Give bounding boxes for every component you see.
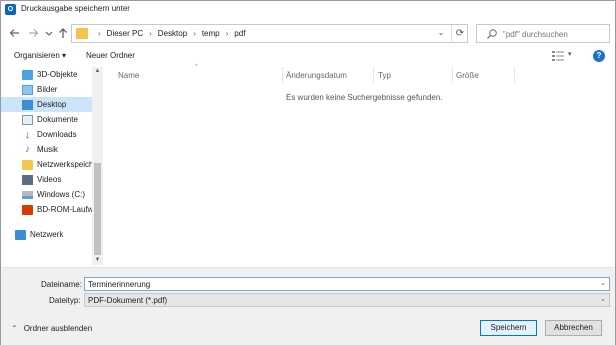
sidebar-item-label: BD-ROM-Laufwe xyxy=(37,205,92,214)
drive-icon xyxy=(22,190,33,199)
desktop-icon xyxy=(22,99,33,110)
videos-icon xyxy=(22,174,33,185)
pictures-icon xyxy=(22,84,33,95)
column-header-size[interactable]: Größe xyxy=(456,71,479,80)
sidebar-item-network[interactable]: Netzwerk xyxy=(1,227,92,242)
breadcrumb-item[interactable]: Desktop xyxy=(158,29,187,38)
sidebar-item-bd-rom[interactable]: BD-ROM-Laufwe xyxy=(1,202,92,217)
arrow-left-icon xyxy=(9,29,19,37)
cancel-button[interactable]: Abbrechen xyxy=(545,320,602,336)
sidebar-item-label: Windows (C:) xyxy=(37,190,86,199)
breadcrumb-item[interactable]: temp xyxy=(202,29,220,38)
arrow-up-icon xyxy=(59,28,67,38)
breadcrumb-separator-icon: › xyxy=(193,29,196,38)
filename-value: Terminerinnerung xyxy=(88,280,151,289)
up-button[interactable] xyxy=(57,26,69,40)
address-row: › Dieser PC › Desktop › temp › pdf ⌄ ⟳ xyxy=(1,21,615,45)
sidebar-item-windows-c[interactable]: Windows (C:) xyxy=(1,187,92,202)
command-bar: Organisieren ▾ Neuer Ordner ▾ ? xyxy=(1,47,615,65)
sidebar-item-label: Dokumente xyxy=(37,115,78,124)
column-divider[interactable] xyxy=(452,67,453,83)
sidebar-item-label: Downloads xyxy=(37,130,77,139)
sidebar-item-3d-objects[interactable]: 3D-Objekte xyxy=(1,67,92,82)
network-icon xyxy=(15,229,26,240)
sidebar-item-music[interactable]: ♪ Musik xyxy=(1,142,92,157)
address-bar[interactable]: › Dieser PC › Desktop › temp › pdf ⌄ ⟳ xyxy=(71,24,468,43)
column-header-name[interactable]: Name xyxy=(118,71,139,80)
downloads-icon: ↓ xyxy=(24,128,31,141)
filetype-label: Dateityp: xyxy=(49,296,81,305)
sidebar-item-network-folder[interactable]: Netzwerkspeiche xyxy=(1,157,92,172)
filename-field[interactable]: Terminerinnerung ⌄ xyxy=(84,277,610,291)
breadcrumb-separator-icon: › xyxy=(98,29,101,38)
help-icon[interactable]: ? xyxy=(593,50,605,62)
sidebar-item-downloads[interactable]: ↓ Downloads xyxy=(1,127,92,142)
navigation-scrollbar[interactable]: ▲ ▼ xyxy=(92,67,103,265)
scroll-thumb[interactable] xyxy=(94,163,101,255)
column-divider[interactable] xyxy=(514,67,515,83)
file-list: ^ Name Änderungsdatum Typ Größe Es wurde… xyxy=(105,64,615,265)
view-options-icon[interactable] xyxy=(552,51,564,61)
column-header-type[interactable]: Typ xyxy=(378,71,391,80)
sidebar-item-label: Musik xyxy=(37,145,58,154)
sidebar-item-label: Netzwerk xyxy=(30,230,64,239)
chevron-up-icon: ⌃ xyxy=(11,324,18,333)
3d-objects-icon xyxy=(22,69,33,80)
sidebar-item-label: Netzwerkspeiche xyxy=(37,160,92,169)
search-input[interactable] xyxy=(503,28,607,40)
sort-arrow-icon: ^ xyxy=(195,64,198,70)
sidebar-item-label: Videos xyxy=(37,175,62,184)
back-button[interactable] xyxy=(9,26,21,40)
sidebar-item-videos[interactable]: Videos xyxy=(1,172,92,187)
sidebar-item-pictures[interactable]: Bilder xyxy=(1,82,92,97)
hide-folders-label: Ordner ausblenden xyxy=(23,324,93,333)
search-icon xyxy=(487,29,497,39)
save-dialog: O Druckausgabe speichern unter › Dieser … xyxy=(0,0,616,345)
window-title: Druckausgabe speichern unter xyxy=(21,4,130,13)
outlook-app-icon: O xyxy=(5,4,16,15)
arrow-right-icon xyxy=(29,29,39,37)
chevron-down-icon[interactable]: ⌄ xyxy=(600,279,606,287)
column-header-modified[interactable]: Änderungsdatum xyxy=(286,71,347,80)
save-options-panel: Dateiname: Terminerinnerung ⌄ Dateityp: … xyxy=(1,267,615,345)
network-folder-icon xyxy=(22,159,33,170)
search-box[interactable] xyxy=(476,24,610,43)
empty-results-message: Es wurden keine Suchergebnisse gefunden. xyxy=(286,93,443,102)
refresh-icon[interactable]: ⟳ xyxy=(451,25,468,42)
recent-locations-button[interactable] xyxy=(43,26,55,40)
filetype-select[interactable]: PDF-Dokument (*.pdf) ⌄ xyxy=(84,293,610,307)
navigation-pane: 3D-Objekte Bilder Desktop Dokumente ↓ Do… xyxy=(1,67,104,265)
column-divider[interactable] xyxy=(373,67,374,83)
save-button[interactable]: Speichern xyxy=(480,320,537,336)
scroll-up-icon[interactable]: ▲ xyxy=(92,67,103,76)
breadcrumb: › Dieser PC › Desktop › temp › pdf xyxy=(92,29,245,38)
sidebar-item-desktop[interactable]: Desktop xyxy=(1,97,92,112)
view-dropdown-icon[interactable]: ▾ xyxy=(568,50,572,58)
scroll-down-icon[interactable]: ▼ xyxy=(92,256,103,265)
chevron-down-icon[interactable]: ⌄ xyxy=(600,295,606,303)
chevron-down-icon xyxy=(45,31,53,36)
music-icon: ♪ xyxy=(25,143,30,155)
filename-label: Dateiname: xyxy=(41,280,82,289)
sidebar-item-label: Bilder xyxy=(37,85,58,94)
breadcrumb-separator-icon: › xyxy=(225,29,229,38)
hide-folders-toggle[interactable]: ⌃ Ordner ausblenden xyxy=(11,324,92,333)
column-divider[interactable] xyxy=(282,67,283,83)
address-dropdown-icon[interactable]: ⌄ xyxy=(435,28,447,37)
office-drive-icon xyxy=(22,204,33,215)
title-bar: O Druckausgabe speichern unter xyxy=(1,1,615,17)
forward-button[interactable] xyxy=(27,26,39,40)
organize-button[interactable]: Organisieren ▾ xyxy=(14,51,66,60)
breadcrumb-item[interactable]: pdf xyxy=(234,29,245,38)
sidebar-item-documents[interactable]: Dokumente xyxy=(1,112,92,127)
breadcrumb-item[interactable]: Dieser PC xyxy=(107,29,143,38)
sidebar-item-label: 3D-Objekte xyxy=(37,70,78,79)
documents-icon xyxy=(22,114,33,125)
filetype-value: PDF-Dokument (*.pdf) xyxy=(88,296,168,305)
new-folder-button[interactable]: Neuer Ordner xyxy=(86,51,135,60)
sidebar-item-label: Desktop xyxy=(37,100,67,109)
folder-icon xyxy=(76,28,88,39)
breadcrumb-separator-icon: › xyxy=(149,29,152,38)
